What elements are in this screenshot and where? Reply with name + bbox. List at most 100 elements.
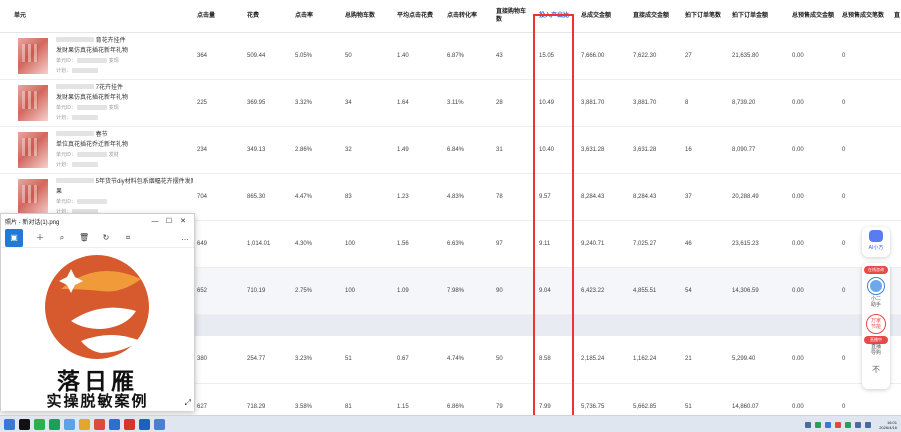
system-clock[interactable]: 16:01 2026/4/16 (879, 420, 897, 430)
tray-icon[interactable] (825, 421, 832, 428)
table-cell: 5.05% (291, 32, 341, 80)
app-blue-icon[interactable] (109, 418, 120, 430)
folder-icon[interactable] (79, 418, 90, 430)
image-icon[interactable]: ▣ (5, 228, 23, 247)
live-label-b[interactable]: 导购 (862, 350, 890, 356)
tray-icon[interactable] (805, 421, 812, 428)
close-icon[interactable]: ✕ (176, 217, 190, 225)
unit-plan: 计划： (56, 67, 128, 75)
table-row[interactable]: 育花卉挂件 发财果仿真花插花新年礼物 单元ID： 变现 计划： 364 509.44 5.… (0, 32, 901, 80)
table-cell: 0.00 (788, 336, 838, 384)
delete-icon[interactable]: 🗑 (79, 233, 89, 242)
table-cell: 5,662.85 (629, 383, 681, 415)
table-cell: 16 (681, 126, 728, 174)
column-header[interactable]: 平均点击花费 (393, 0, 443, 33)
table-cell: 380 (193, 336, 243, 384)
unit-title-b: 发财果仿真花插花新年礼物 (56, 94, 129, 101)
viewer-titlebar[interactable]: 照片 - 新对话(1).png — ☐ ✕ (1, 214, 194, 228)
viewer-image: 落日雁 实操脱敏案例 ⤢ (1, 249, 194, 411)
tray-icon[interactable] (835, 421, 842, 428)
column-header[interactable]: 点击转化率 (443, 0, 492, 33)
table-cell: 8.58 (535, 336, 577, 384)
table-cell: 6.63% (443, 220, 492, 268)
table-cell: 1,014.01 (243, 220, 291, 268)
unit-title-a[interactable]: 5年货节diy材料包系烟幅花卉摆件发财 (56, 178, 193, 186)
column-header[interactable]: 单元 (0, 0, 193, 33)
add-icon[interactable]: ＋ (35, 232, 45, 243)
maximize-icon[interactable]: ☐ (162, 217, 176, 225)
volume-icon[interactable] (865, 421, 872, 428)
app-green-icon[interactable] (49, 418, 60, 430)
robot-icon (869, 230, 883, 242)
table-cell: 50 (341, 32, 393, 80)
table-cell: 6.84% (443, 126, 492, 174)
column-header[interactable]: 直接购物车数 (492, 0, 535, 33)
table-cell: 8,739.20 (728, 79, 788, 127)
online-consult-badge[interactable]: 在线咨询 (864, 266, 888, 274)
more-icon[interactable]: … (180, 233, 190, 242)
wechat-icon[interactable] (34, 418, 45, 430)
column-header[interactable]: 点击率 (291, 0, 341, 33)
photos-icon[interactable] (154, 418, 165, 430)
table-cell: 704 (193, 173, 243, 221)
column-header[interactable]: 直 (890, 0, 901, 33)
table-cell: 4.74% (443, 336, 492, 384)
tray-icon[interactable] (815, 421, 822, 428)
table-cell-overflow (890, 126, 901, 174)
table-row[interactable]: 7花卉挂件 发财果仿真花插花新年礼物 单元ID： 变现 计划： 225 369.95 3.… (0, 79, 901, 127)
table-cell: 369.95 (243, 79, 291, 127)
promo-badge[interactable]: 万家 节能 (866, 314, 886, 334)
table-row[interactable]: 春节 单位真花插花乔迁新年礼物 单元ID： 发财 计划： 234 349.13 2.86%… (0, 126, 901, 174)
file-icon[interactable] (64, 418, 75, 430)
unit-title-a[interactable]: 7花卉挂件 (56, 84, 128, 92)
column-header[interactable]: 总预售成交笔数 (838, 0, 890, 33)
assistant-avatar[interactable] (868, 278, 884, 294)
table-cell: 2.75% (291, 267, 341, 315)
crop-icon[interactable]: ⌗ (123, 233, 133, 243)
table-cell: 3,631.28 (629, 126, 681, 174)
column-header[interactable]: 花费 (243, 0, 291, 33)
wifi-icon[interactable] (855, 421, 862, 428)
unit-id: 单元ID： 变现 (56, 57, 128, 65)
unit-id-label: 单元ID： (56, 57, 77, 64)
column-header[interactable]: 总购物车数 (341, 0, 393, 33)
product-thumbnail[interactable] (18, 131, 48, 168)
tiktok-icon[interactable] (19, 418, 30, 430)
table-cell: 1,162.24 (629, 336, 681, 384)
app-s-icon[interactable] (139, 418, 150, 430)
table-cell: 234 (193, 126, 243, 174)
product-thumbnail[interactable] (18, 84, 48, 121)
column-header[interactable]: 总成交金额 (577, 0, 629, 33)
column-header[interactable]: 直接成交金额 (629, 0, 681, 33)
column-header[interactable]: 拍下订单笔数 (681, 0, 728, 33)
expand-icon[interactable]: ⤢ (185, 398, 191, 408)
minimize-icon[interactable]: — (148, 218, 162, 225)
back-to-top-icon[interactable]: 不 (862, 364, 890, 375)
table-cell: 23,615.23 (728, 220, 788, 268)
column-header[interactable]: 拍下订单金额 (728, 0, 788, 33)
column-header[interactable]: 点击量 (193, 0, 243, 33)
table-cell: 4.47% (291, 173, 341, 221)
column-header[interactable]: 投入产出比 (535, 0, 577, 33)
table-cell: 1.15 (393, 383, 443, 415)
browser-icon[interactable] (94, 418, 105, 430)
table-cell: 1.49 (393, 126, 443, 174)
product-thumbnail[interactable] (18, 178, 48, 215)
ai-assistant-button[interactable]: AI小万 (862, 227, 890, 257)
app-red-icon[interactable] (124, 418, 135, 430)
table-cell: 20,288.49 (728, 173, 788, 221)
unit-title-a[interactable]: 春节 (56, 131, 128, 139)
table-cell: 100 (341, 220, 393, 268)
start-icon[interactable] (4, 418, 15, 430)
zoom-icon[interactable]: ⌕ (57, 233, 67, 243)
unit-plan-label: 计划： (56, 114, 72, 121)
live-badge: 直播中 (864, 336, 888, 344)
table-cell: 364 (193, 32, 243, 80)
product-thumbnail[interactable] (18, 37, 48, 74)
table-cell-overflow (890, 173, 901, 221)
column-header[interactable]: 总预售成交金额 (788, 0, 838, 33)
rotate-icon[interactable]: ↻ (101, 233, 111, 242)
tray-icon[interactable] (845, 421, 852, 428)
unit-title-a[interactable]: 育花卉挂件 (56, 37, 128, 45)
photo-viewer-window[interactable]: 照片 - 新对话(1).png — ☐ ✕ ▣ ＋ ⌕ 🗑 ↻ ⌗ … 落日雁 … (0, 213, 195, 411)
